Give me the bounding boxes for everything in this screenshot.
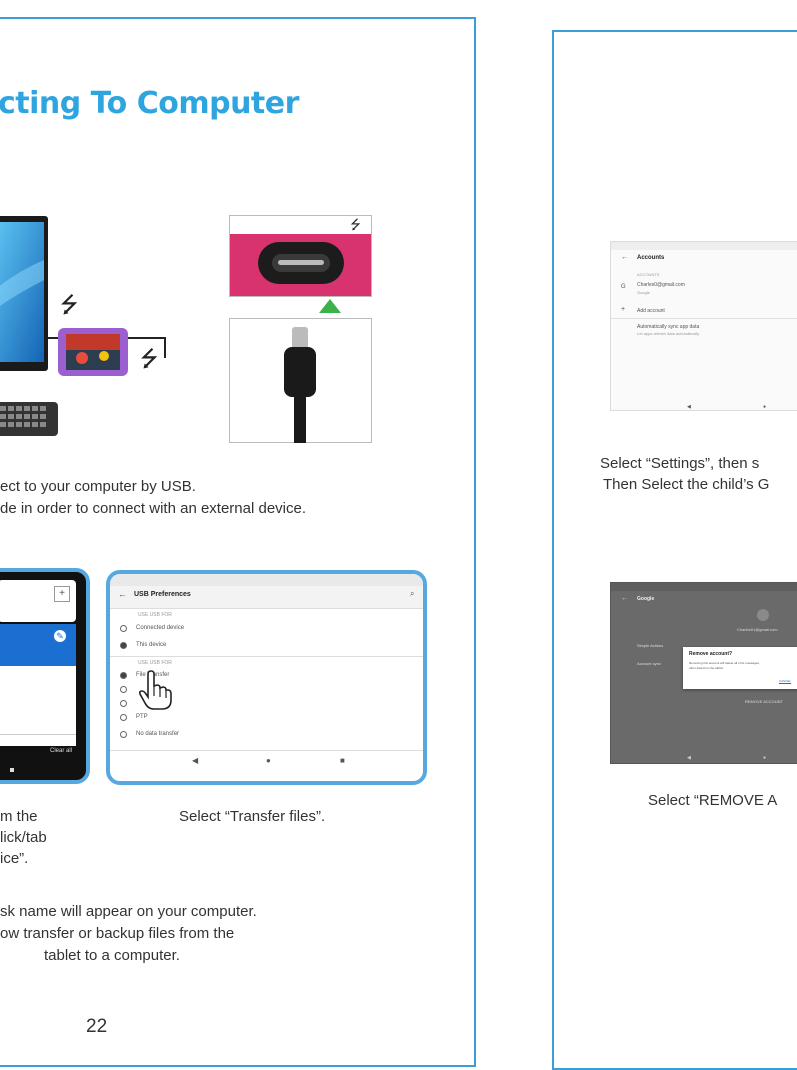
option-label: This device [136,642,167,648]
usb-c-cable-image [229,318,372,443]
usb-symbol-icon: ⭍ [350,217,361,232]
back-arrow-icon[interactable]: ← [118,589,127,599]
usb-symbol-icon: ⭍ [60,292,79,317]
outro-line-1: sk name will appear on your computer. [0,903,257,920]
arrow-up-icon [319,299,341,313]
remove-account-screenshot: ← Google Charles01@gmail.com Simple Acti… [610,582,797,764]
radio-no-data[interactable] [120,731,127,738]
page-title: cting To Computer [0,86,299,121]
simple-actions-item: Simple Actions [637,643,664,648]
intro-line-2: de in order to connect with an external … [0,500,307,517]
account-type: Google [637,290,650,295]
back-nav-icon[interactable]: ◀ [687,755,691,761]
accounts-screenshot: ← Accounts ACCOUNTS G Charles0@gmail.com… [610,241,797,411]
auto-sync-item[interactable]: Automatically sync app data [637,324,699,330]
auto-sync-subtitle: Let apps refresh data automatically [637,331,700,336]
avatar [757,609,769,621]
radio-usb-tethering[interactable] [120,686,127,693]
option-label: Connected device [136,625,185,631]
option-label: No data transfer [136,731,180,737]
option-label: PTP [136,714,148,720]
search-icon[interactable]: ⌕ [410,589,414,599]
plus-icon: + [621,306,626,313]
radio-midi[interactable] [120,700,127,707]
edit-icon: ✎ [54,630,66,642]
account-email: Charles01@gmail.com [737,627,778,632]
radio-ptp[interactable] [120,714,127,721]
remove-account-dialog: Remove account? Removing this account wi… [683,647,797,689]
page-number: 22 [86,1016,108,1037]
right-page-border [552,30,797,1070]
accounts-title: Accounts [637,255,665,261]
radio-file-transfer[interactable] [120,672,127,679]
notification-screenshot: + ✎ Clear all [0,568,90,784]
account-email[interactable]: Charles0@gmail.com [637,282,685,288]
home-nav-icon[interactable]: ● [266,756,271,765]
dialog-cancel-button[interactable]: CANCEL [779,679,791,683]
remove-account-button[interactable]: REMOVE ACCOUNT [745,699,783,704]
intro-line-1: ect to your computer by USB. [0,478,196,495]
hand-pointer-icon [138,670,172,710]
account-sync-item: Account sync [637,661,661,666]
section-label: USE USB FOR [138,660,172,666]
back-arrow-icon[interactable]: ← [621,254,628,261]
back-arrow-icon[interactable]: ← [621,595,628,602]
dialog-body: Removing this account will delete all of… [689,661,760,665]
caption-settings-line-1: Select “Settings”, then s [600,455,760,472]
outro-line-2: ow transfer or backup files from the [0,925,235,942]
computer-illustration [0,210,205,450]
account-icon: G [621,284,626,290]
back-nav-icon[interactable]: ◀ [687,404,691,410]
google-title: Google [637,596,655,602]
usb-preferences-title: USB Preferences [134,591,191,598]
caption-remove-account: Select “REMOVE A [648,792,778,809]
recents-nav-icon[interactable]: ■ [340,756,345,765]
outro-line-3: tablet to a computer. [44,947,180,964]
caption-left-line-1: m the [0,808,38,825]
section-label: ACCOUNTS [637,272,660,277]
section-label: USE USB FOR [138,612,172,618]
usb-port-image: ⭍ [229,215,372,297]
dialog-body: other data from the tablet! [689,666,724,670]
usb-symbol-icon: ⭍ [140,346,159,371]
home-nav-icon[interactable]: ● [763,755,766,761]
caption-transfer-files: Select “Transfer files”. [179,808,326,825]
home-nav-icon[interactable]: ● [763,404,766,410]
back-nav-icon[interactable]: ◀ [192,756,198,765]
usb-preferences-screenshot: ← USB Preferences ⌕ USE USB FOR Connecte… [106,570,427,785]
radio-this-device[interactable] [120,642,127,649]
radio-connected-device[interactable] [120,625,127,632]
add-account-item[interactable]: Add account [637,308,665,314]
dialog-title: Remove account? [689,651,733,657]
caption-left-line-3: ice”. [0,850,29,867]
caption-settings-line-2: Then Select the child’s G [603,476,770,493]
caption-left-line-2: lick/tab [0,829,47,846]
